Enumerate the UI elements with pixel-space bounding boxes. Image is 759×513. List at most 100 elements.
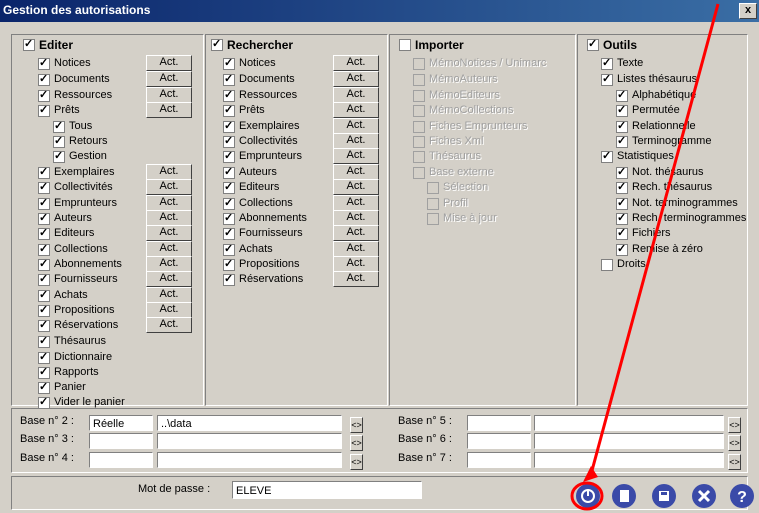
checkbox[interactable] bbox=[223, 211, 235, 225]
act-button[interactable]: Act. bbox=[146, 55, 192, 71]
checkbox[interactable] bbox=[616, 88, 628, 102]
act-button[interactable]: Act. bbox=[146, 210, 192, 226]
act-button[interactable]: Act. bbox=[146, 225, 192, 241]
checkbox[interactable] bbox=[223, 180, 235, 194]
act-button[interactable]: Act. bbox=[333, 179, 379, 195]
act-button[interactable]: Act. bbox=[333, 133, 379, 149]
act-button[interactable]: Act. bbox=[146, 241, 192, 257]
checkbox[interactable] bbox=[38, 56, 50, 70]
checkbox[interactable] bbox=[223, 165, 235, 179]
act-button[interactable]: Act. bbox=[333, 55, 379, 71]
act-button[interactable]: Act. bbox=[333, 271, 379, 287]
checkbox[interactable] bbox=[601, 56, 613, 70]
checkbox[interactable] bbox=[38, 180, 50, 194]
act-button[interactable]: Act. bbox=[333, 87, 379, 103]
checkbox[interactable] bbox=[616, 180, 628, 194]
checkbox[interactable] bbox=[616, 196, 628, 210]
checkbox[interactable] bbox=[38, 242, 50, 256]
checkbox[interactable] bbox=[413, 136, 425, 148]
checkbox[interactable] bbox=[223, 196, 235, 210]
checkbox[interactable] bbox=[38, 350, 50, 364]
act-button[interactable]: Act. bbox=[146, 164, 192, 180]
base-4-path-field[interactable] bbox=[157, 452, 342, 468]
act-button[interactable]: Act. bbox=[146, 179, 192, 195]
act-button[interactable]: Act. bbox=[333, 225, 379, 241]
act-button[interactable]: Act. bbox=[333, 148, 379, 164]
checkbox[interactable] bbox=[211, 37, 223, 51]
act-button[interactable]: Act. bbox=[333, 210, 379, 226]
checkbox[interactable] bbox=[223, 88, 235, 102]
checkbox[interactable] bbox=[223, 272, 235, 286]
checkbox[interactable] bbox=[38, 334, 50, 348]
checkbox[interactable] bbox=[427, 182, 439, 194]
checkbox[interactable] bbox=[223, 72, 235, 86]
base-7-browse-button[interactable]: <> bbox=[728, 454, 741, 470]
base-6-path-field[interactable] bbox=[534, 433, 724, 449]
base-4-type-field[interactable] bbox=[89, 452, 153, 468]
checkbox[interactable] bbox=[38, 165, 50, 179]
act-button[interactable]: Act. bbox=[333, 195, 379, 211]
act-button[interactable]: Act. bbox=[333, 164, 379, 180]
base-3-type-field[interactable] bbox=[89, 433, 153, 449]
checkbox[interactable] bbox=[616, 242, 628, 256]
act-button[interactable]: Act. bbox=[146, 256, 192, 272]
checkbox[interactable] bbox=[38, 196, 50, 210]
checkbox[interactable] bbox=[223, 103, 235, 117]
checkbox[interactable] bbox=[38, 211, 50, 225]
checkbox[interactable] bbox=[223, 149, 235, 163]
act-button[interactable]: Act. bbox=[146, 102, 192, 118]
checkbox[interactable] bbox=[38, 303, 50, 317]
checkbox[interactable] bbox=[601, 259, 613, 271]
checkbox[interactable] bbox=[38, 365, 50, 379]
checkbox[interactable] bbox=[38, 272, 50, 286]
checkbox[interactable] bbox=[413, 105, 425, 117]
base-2-path-field[interactable]: ..\data bbox=[157, 415, 342, 431]
base-3-path-field[interactable] bbox=[157, 433, 342, 449]
act-button[interactable]: Act. bbox=[146, 302, 192, 318]
act-button[interactable]: Act. bbox=[333, 71, 379, 87]
checkbox[interactable] bbox=[413, 58, 425, 70]
checkbox[interactable] bbox=[601, 149, 613, 163]
checkbox[interactable] bbox=[427, 213, 439, 225]
act-button[interactable]: Act. bbox=[146, 71, 192, 87]
base-3-browse-button[interactable]: <> bbox=[350, 435, 363, 451]
checkbox[interactable] bbox=[38, 72, 50, 86]
base-2-type-field[interactable]: Réelle bbox=[89, 415, 153, 431]
checkbox[interactable] bbox=[38, 257, 50, 271]
base-5-path-field[interactable] bbox=[534, 415, 724, 431]
checkbox[interactable] bbox=[223, 56, 235, 70]
checkbox[interactable] bbox=[223, 242, 235, 256]
act-button[interactable]: Act. bbox=[333, 241, 379, 257]
checkbox[interactable] bbox=[38, 318, 50, 332]
act-button[interactable]: Act. bbox=[146, 287, 192, 303]
checkbox[interactable] bbox=[427, 198, 439, 210]
checkbox[interactable] bbox=[38, 88, 50, 102]
checkbox[interactable] bbox=[413, 90, 425, 102]
checkbox[interactable] bbox=[601, 72, 613, 86]
checkbox[interactable] bbox=[38, 288, 50, 302]
checkbox[interactable] bbox=[616, 119, 628, 133]
checkbox[interactable] bbox=[53, 134, 65, 148]
checkbox[interactable] bbox=[223, 226, 235, 240]
checkbox[interactable] bbox=[616, 226, 628, 240]
act-button[interactable]: Act. bbox=[146, 87, 192, 103]
base-4-browse-button[interactable]: <> bbox=[350, 454, 363, 470]
checkbox[interactable] bbox=[413, 121, 425, 133]
base-5-browse-button[interactable]: <> bbox=[728, 417, 741, 433]
close-button[interactable]: x bbox=[739, 3, 757, 19]
checkbox[interactable] bbox=[53, 149, 65, 163]
checkbox[interactable] bbox=[616, 103, 628, 117]
base-6-type-field[interactable] bbox=[467, 433, 531, 449]
base-5-type-field[interactable] bbox=[467, 415, 531, 431]
act-button[interactable]: Act. bbox=[333, 256, 379, 272]
help-icon[interactable]: ? bbox=[730, 484, 754, 508]
act-button[interactable]: Act. bbox=[146, 195, 192, 211]
checkbox[interactable] bbox=[587, 37, 599, 51]
checkbox[interactable] bbox=[616, 165, 628, 179]
power-icon[interactable] bbox=[576, 484, 600, 508]
notebook-icon[interactable] bbox=[612, 484, 636, 508]
checkbox[interactable] bbox=[616, 134, 628, 148]
base-7-type-field[interactable] bbox=[467, 452, 531, 468]
password-field[interactable]: ELEVE bbox=[232, 481, 422, 499]
base-6-browse-button[interactable]: <> bbox=[728, 435, 741, 451]
